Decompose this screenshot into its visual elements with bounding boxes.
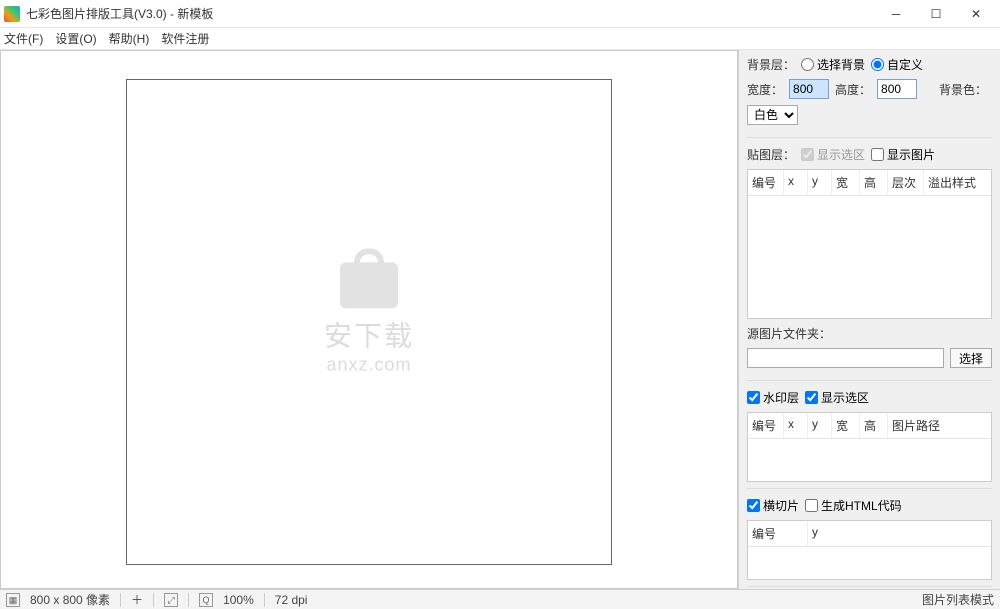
app-icon — [4, 6, 20, 22]
width-input[interactable] — [789, 79, 829, 99]
radio-select-bg[interactable]: 选择背景 — [801, 56, 865, 73]
chk-watermark-layer[interactable]: 水印层 — [747, 389, 799, 406]
src-folder-input[interactable] — [747, 348, 944, 368]
menu-file[interactable]: 文件(F) — [4, 30, 43, 47]
chk-wm-show-selection[interactable]: 显示选区 — [805, 389, 869, 406]
status-zoom: 100% — [223, 593, 254, 607]
slice-col-id: 编号 — [748, 521, 808, 546]
maximize-button[interactable]: ☐ — [916, 2, 956, 26]
wm-col-id: 编号 — [748, 413, 784, 438]
bgcolor-select[interactable]: 白色 — [747, 105, 798, 125]
menu-register[interactable]: 软件注册 — [161, 30, 209, 47]
col-y: y — [808, 170, 832, 195]
wm-col-w: 宽 — [832, 413, 860, 438]
src-folder-browse-button[interactable]: 选择 — [950, 348, 992, 368]
minimize-button[interactable]: ─ — [876, 2, 916, 26]
bgcolor-label: 背景色： — [939, 81, 987, 98]
chk-slice[interactable]: 横切片 — [747, 497, 799, 514]
height-label: 高度： — [835, 81, 871, 98]
width-label: 宽度： — [747, 81, 783, 98]
menu-help[interactable]: 帮助(H) — [109, 30, 150, 47]
col-layer: 层次 — [888, 170, 924, 195]
zoom-actual-icon[interactable]: Q — [199, 593, 213, 607]
paste-layer-label: 贴图层： — [747, 146, 795, 163]
status-dimensions: 800 x 800 像素 — [30, 591, 110, 608]
section-paste-layer: 贴图层： 显示选区 显示图片 编号 x y 宽 高 层次 溢出样式 源图片文件夹… — [747, 146, 992, 381]
src-folder-label: 源图片文件夹： — [747, 325, 831, 342]
col-id: 编号 — [748, 170, 784, 195]
close-button[interactable]: ✕ — [956, 2, 996, 26]
bg-layer-label: 背景层： — [747, 56, 795, 73]
paste-table[interactable]: 编号 x y 宽 高 层次 溢出样式 — [747, 169, 992, 319]
col-overflow: 溢出样式 — [924, 170, 991, 195]
watermark-text1: 安下载 — [324, 314, 414, 354]
zoom-out-icon[interactable]: ＋ — [131, 591, 143, 608]
watermark-text2: anxz.com — [324, 354, 414, 375]
col-h: 高 — [860, 170, 888, 195]
section-slice: 横切片 生成HTML代码 编号 y — [747, 497, 992, 587]
col-x: x — [784, 170, 808, 195]
menu-settings[interactable]: 设置(O) — [55, 30, 96, 47]
wm-col-h: 高 — [860, 413, 888, 438]
title-bar: 七彩色图片排版工具(V3.0) - 新模板 ─ ☐ ✕ — [0, 0, 1000, 28]
chk-gen-html[interactable]: 生成HTML代码 — [805, 497, 902, 514]
window-title: 七彩色图片排版工具(V3.0) - 新模板 — [26, 5, 876, 22]
chk-show-selection[interactable]: 显示选区 — [801, 146, 865, 163]
wm-col-x: x — [784, 413, 808, 438]
zoom-fit-icon[interactable]: ⤢ — [164, 593, 178, 607]
canvas[interactable]: 安下载 anxz.com — [126, 79, 612, 565]
status-mode: 图片列表模式 — [922, 591, 994, 608]
watermark-table[interactable]: 编号 x y 宽 高 图片路径 — [747, 412, 992, 482]
col-w: 宽 — [832, 170, 860, 195]
status-bar: ▦ 800 x 800 像素 ＋ ⤢ Q 100% 72 dpi 图片列表模式 — [0, 589, 1000, 609]
status-icon: ▦ — [6, 593, 20, 607]
section-watermark-layer: 水印层 显示选区 编号 x y 宽 高 图片路径 — [747, 389, 992, 489]
radio-custom-bg[interactable]: 自定义 — [871, 56, 923, 73]
wm-col-y: y — [808, 413, 832, 438]
menu-bar: 文件(F) 设置(O) 帮助(H) 软件注册 — [0, 28, 1000, 50]
status-dpi: 72 dpi — [275, 593, 308, 607]
canvas-area: 安下载 anxz.com — [0, 50, 738, 589]
height-input[interactable] — [877, 79, 917, 99]
side-panel: 背景层： 选择背景 自定义 宽度： 高度： 背景色： 白色 贴图层： 显示选区 … — [738, 50, 1000, 589]
slice-table[interactable]: 编号 y — [747, 520, 992, 580]
section-background: 背景层： 选择背景 自定义 宽度： 高度： 背景色： 白色 — [747, 56, 992, 138]
wm-col-path: 图片路径 — [888, 413, 991, 438]
chk-show-image[interactable]: 显示图片 — [871, 146, 935, 163]
slice-col-y: y — [808, 521, 991, 546]
watermark: 安下载 anxz.com — [324, 248, 414, 375]
